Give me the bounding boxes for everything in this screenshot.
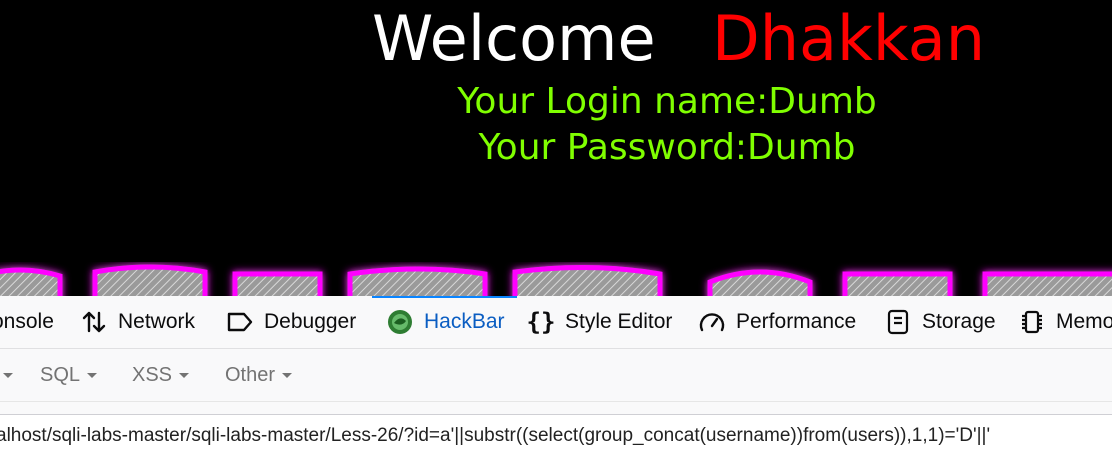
tab-performance-label: Performance (736, 310, 857, 333)
sql-menu-label: SQL (40, 363, 81, 386)
decorative-banner-image (0, 264, 1112, 296)
hackbar-url-field[interactable]: alhost/sqli-labs-master/sqli-labs-master… (0, 414, 1112, 460)
tab-performance[interactable]: Performance (698, 296, 856, 348)
tab-debugger-label: Debugger (264, 310, 357, 333)
tab-memory[interactable]: Memo (1018, 296, 1112, 348)
chevron-down-icon (87, 372, 98, 378)
other-menu-label: Other (225, 363, 276, 386)
tab-storage[interactable]: Storage (884, 296, 996, 348)
xss-menu[interactable]: XSS (132, 349, 190, 401)
hackbar-toolbar: SQL XSS Other (0, 349, 1112, 402)
tab-console-label: onsole (0, 310, 54, 333)
debugger-tag-icon (226, 308, 254, 336)
tab-console[interactable]: onsole (0, 296, 54, 348)
web-page-content: Welcome Dhakkan Your Login name:Dumb You… (0, 0, 1112, 296)
tab-style-editor-label: Style Editor (565, 310, 673, 333)
braces-icon: {} (526, 308, 556, 336)
welcome-text: Welcome (372, 2, 656, 75)
partial-dropdown-caret[interactable] (0, 349, 13, 401)
password-text: Your Password:Dumb (478, 127, 856, 168)
tab-network[interactable]: Network (80, 296, 195, 348)
tab-style-editor[interactable]: {} Style Editor (526, 296, 673, 348)
tab-network-label: Network (118, 310, 196, 333)
chevron-down-icon (179, 372, 190, 378)
gauge-icon (698, 308, 726, 336)
welcome-username: Dhakkan (712, 2, 986, 75)
tab-debugger[interactable]: Debugger (226, 296, 356, 348)
tab-hackbar-label: HackBar (424, 310, 505, 333)
chevron-down-icon (282, 372, 293, 378)
tab-hackbar[interactable]: HackBar (372, 296, 517, 348)
sql-menu[interactable]: SQL (40, 349, 98, 401)
xss-menu-label: XSS (132, 363, 173, 386)
devtools-panel: onsole Network Debugger (0, 296, 1112, 460)
memory-chip-icon (1018, 308, 1046, 336)
network-arrows-icon (80, 308, 108, 336)
login-name-text: Your Login name:Dumb (457, 81, 877, 122)
hackbar-logo-icon (386, 308, 414, 336)
other-menu[interactable]: Other (225, 349, 293, 401)
storage-icon (884, 308, 912, 336)
url-input-text[interactable]: alhost/sqli-labs-master/sqli-labs-master… (0, 425, 1112, 455)
chevron-down-icon (3, 372, 13, 378)
tab-memory-label: Memo (1056, 310, 1112, 333)
devtools-tab-bar: onsole Network Debugger (0, 296, 1112, 349)
welcome-heading: Welcome Dhakkan (0, 4, 1112, 74)
tab-storage-label: Storage (922, 310, 996, 333)
